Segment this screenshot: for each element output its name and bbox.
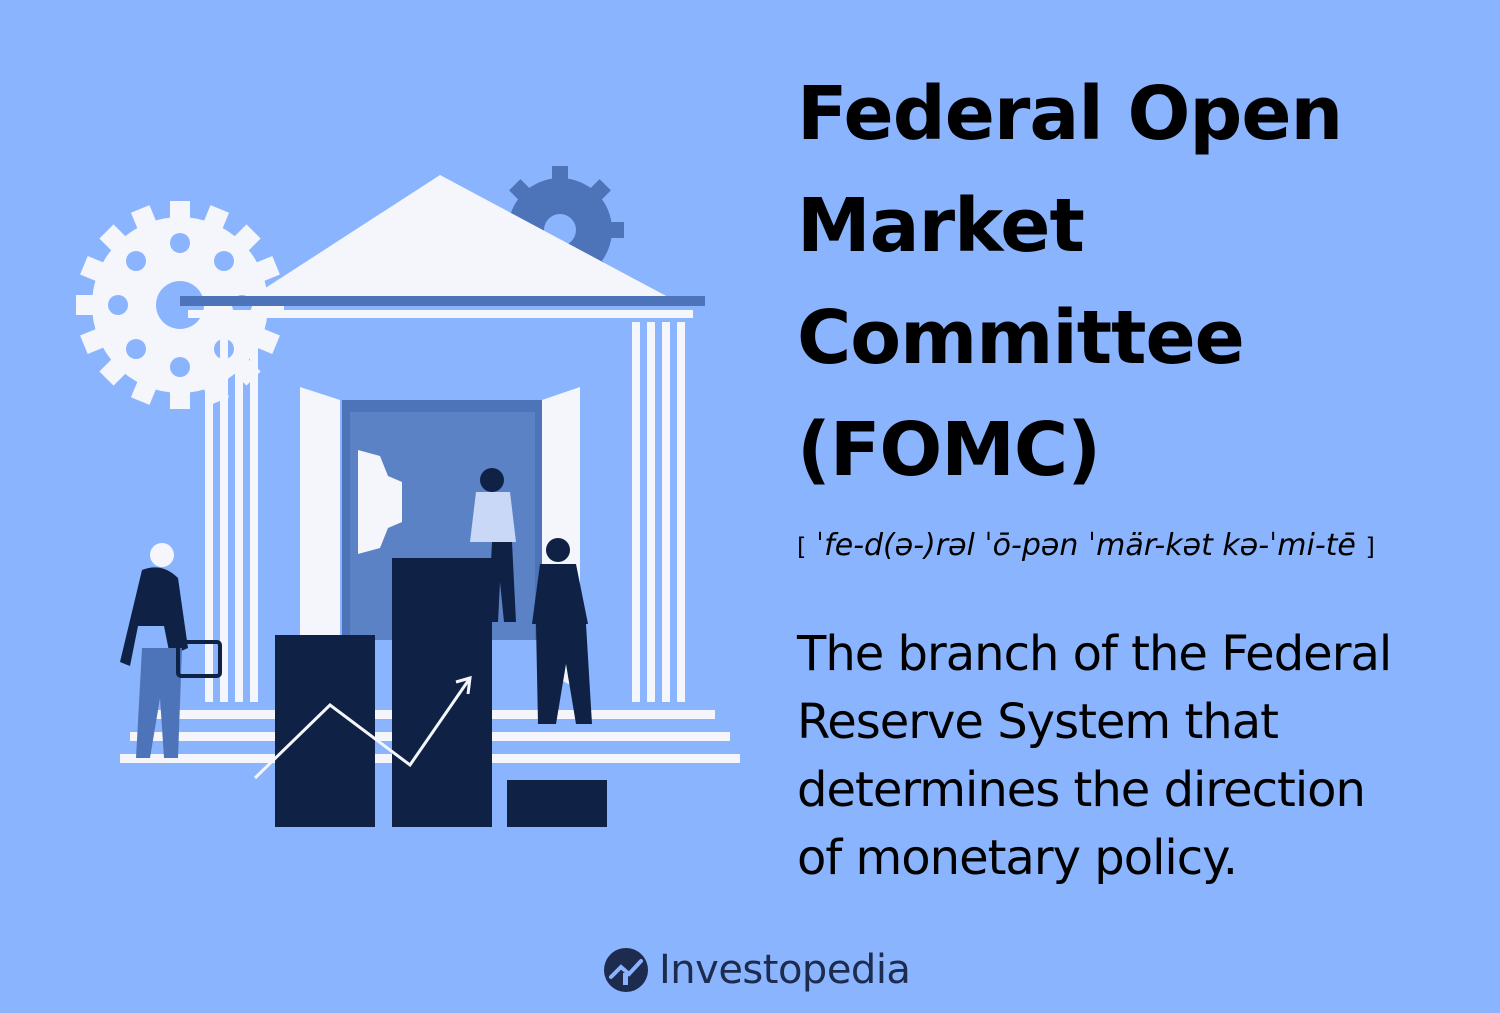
definition-text: The branch of the Federal Reserve System…: [797, 620, 1437, 892]
definition-line: The branch of the Federal: [797, 626, 1392, 682]
title-line: Market: [797, 183, 1085, 269]
pronunciation: [ ˈfe-d(ə-)rəl ˈō-pən ˈmär-kət kə-ˈmi-tē…: [797, 528, 1477, 563]
definition-line: determines the direction: [797, 762, 1366, 818]
definition-line: of monetary policy.: [797, 830, 1238, 886]
investopedia-logo-icon: [604, 948, 648, 992]
fomc-illustration: [76, 166, 740, 827]
page-title: Federal Open Market Committee (FOMC): [797, 58, 1457, 506]
title-line: (FOMC): [797, 407, 1101, 493]
definition-line: Reserve System that: [797, 694, 1279, 750]
pronunciation-close-bracket: ]: [1365, 533, 1375, 561]
pronunciation-open-bracket: [: [797, 533, 807, 561]
person-icon: [532, 538, 592, 724]
title-line: Committee: [797, 295, 1245, 381]
pronunciation-text: ˈfe-d(ə-)rəl ˈō-pən ˈmär-kət kə-ˈmi-tē: [815, 528, 1356, 563]
title-line: Federal Open: [797, 71, 1343, 157]
brand-logo: Investopedia: [603, 940, 911, 1000]
brand-name: Investopedia: [659, 947, 911, 993]
